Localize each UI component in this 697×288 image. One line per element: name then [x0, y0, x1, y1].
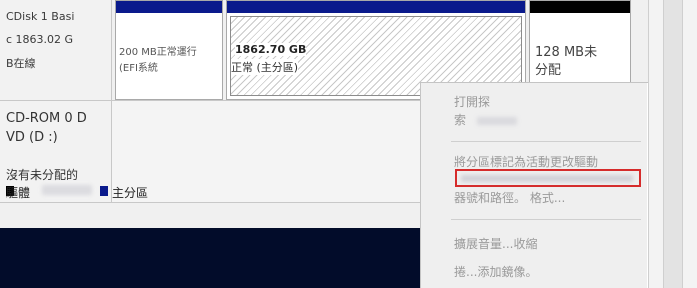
unallocated-size: 128 MB未 — [535, 45, 598, 60]
legend-primary-label: 主分區 — [112, 186, 149, 200]
menu-item-mark-active[interactable]: 將分區標記為活動更改驅動 — [454, 153, 598, 170]
partition-efi-size: 200 MB正常運行 — [119, 47, 197, 58]
partition-efi-type: (EFI系統 — [119, 63, 158, 74]
menu-separator — [451, 141, 641, 142]
partition-bar — [227, 1, 525, 13]
legend-primary-swatch — [100, 186, 108, 196]
menu-item-open[interactable]: 打開探 — [454, 93, 490, 110]
menu-item-explore[interactable]: 索 — [454, 111, 466, 128]
legend-unallocated-label: 驅體 — [6, 186, 31, 200]
partition-bar — [116, 1, 222, 13]
menu-redaction — [461, 175, 633, 182]
menu-item-add-mirror[interactable]: 捲...添加鏡像。 — [454, 263, 537, 280]
dark-background-region — [0, 228, 420, 288]
disk-name: CDisk 1 Basi — [6, 10, 75, 23]
partition-main-size: 1862.70 GB — [235, 43, 307, 56]
vertical-scrollbar[interactable] — [648, 0, 697, 288]
cdrom-name: CD-ROM 0 D — [6, 111, 87, 126]
partition-efi[interactable]: 200 MB正常運行 (EFI系統 — [115, 0, 223, 100]
menu-item-change-drive-letter[interactable]: 器號和路徑。 格式... — [454, 189, 565, 206]
scrollbar-track[interactable] — [663, 0, 683, 288]
unallocated-label: 分配 — [535, 63, 562, 78]
disk-status: B在線 — [6, 57, 36, 70]
menu-redaction — [477, 117, 517, 125]
legend-redaction — [42, 185, 92, 195]
cdrom-drive: VD (D :) — [6, 130, 58, 145]
lower-panel — [0, 202, 420, 228]
partition-bar — [530, 1, 630, 13]
menu-separator — [451, 219, 641, 220]
menu-item-extend-shrink[interactable]: 擴展音量...收縮 — [454, 235, 537, 252]
context-menu: 打開探 索 將分區標記為活動更改驅動 器號和路徑。 格式... 擴展音量...收… — [420, 82, 648, 288]
partition-main-type: 正常 (主分區) — [231, 59, 299, 75]
disk-label-panel[interactable]: CDisk 1 Basi c 1863.02 G B在線 — [0, 0, 112, 100]
disk-size: c 1863.02 G — [6, 33, 74, 46]
legend: 驅體 主分區 — [0, 180, 420, 202]
